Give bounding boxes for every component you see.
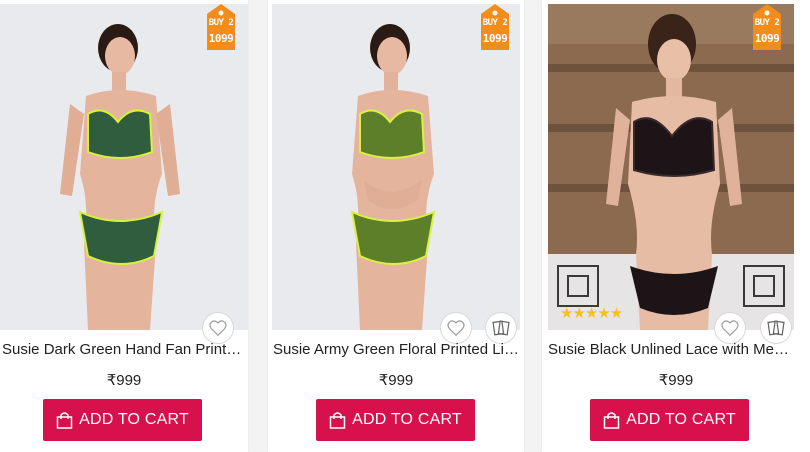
offer-tag: BUY 2 1099	[751, 4, 783, 50]
quick-view-button[interactable]	[485, 312, 517, 344]
heart-icon	[721, 320, 739, 336]
product-name[interactable]: Susie Black Unlined Lace with Mesh Bra a…	[548, 341, 790, 358]
product-card[interactable]: BUY 2 1099 Susie Dark Green Hand Fan Pri…	[0, 0, 248, 452]
heart-icon	[447, 320, 465, 336]
product-price: ₹999	[106, 372, 142, 389]
product-image[interactable]	[272, 4, 520, 330]
add-to-cart-label: ADD TO CART	[79, 411, 189, 428]
offer-tag-line1: BUY 2	[208, 18, 234, 28]
shopping-bag-icon	[603, 412, 620, 429]
offer-tag-line2: 1099	[208, 32, 234, 45]
product-image[interactable]	[548, 4, 794, 330]
shopping-bag-icon	[56, 412, 73, 429]
offer-tag-line2: 1099	[482, 32, 508, 45]
product-price: ₹999	[658, 372, 694, 389]
add-to-cart-button[interactable]: ADD TO CART	[590, 399, 749, 441]
product-card[interactable]: ★★★★★ BUY 2 1099 Susie Black Unlined Lac…	[542, 0, 810, 452]
wishlist-button[interactable]	[440, 312, 472, 344]
product-card[interactable]: BUY 2 1099 Susie Army Green Floral Print…	[268, 0, 524, 452]
shopping-bag-icon	[329, 412, 346, 429]
offer-tag: BUY 2 1099	[479, 4, 511, 50]
product-image[interactable]	[0, 4, 248, 330]
add-to-cart-button[interactable]: ADD TO CART	[316, 399, 475, 441]
product-name[interactable]: Susie Dark Green Hand Fan Print Lined No…	[2, 341, 244, 358]
rating-stars: ★★★★★	[560, 305, 623, 322]
wishlist-button[interactable]	[714, 312, 746, 344]
cards-icon	[492, 320, 510, 336]
product-price: ₹999	[378, 372, 414, 389]
add-to-cart-label: ADD TO CART	[352, 411, 462, 428]
offer-tag-line2: 1099	[754, 32, 780, 45]
wishlist-button[interactable]	[202, 312, 234, 344]
cards-icon	[767, 320, 785, 336]
offer-tag-line1: BUY 2	[482, 18, 508, 28]
quick-view-button[interactable]	[760, 312, 792, 344]
product-name[interactable]: Susie Army Green Floral Printed Lined Br…	[273, 341, 520, 358]
offer-tag-line1: BUY 2	[754, 18, 780, 28]
add-to-cart-label: ADD TO CART	[626, 411, 736, 428]
add-to-cart-button[interactable]: ADD TO CART	[43, 399, 202, 441]
offer-tag: BUY 2 1099	[205, 4, 237, 50]
heart-icon	[209, 320, 227, 336]
